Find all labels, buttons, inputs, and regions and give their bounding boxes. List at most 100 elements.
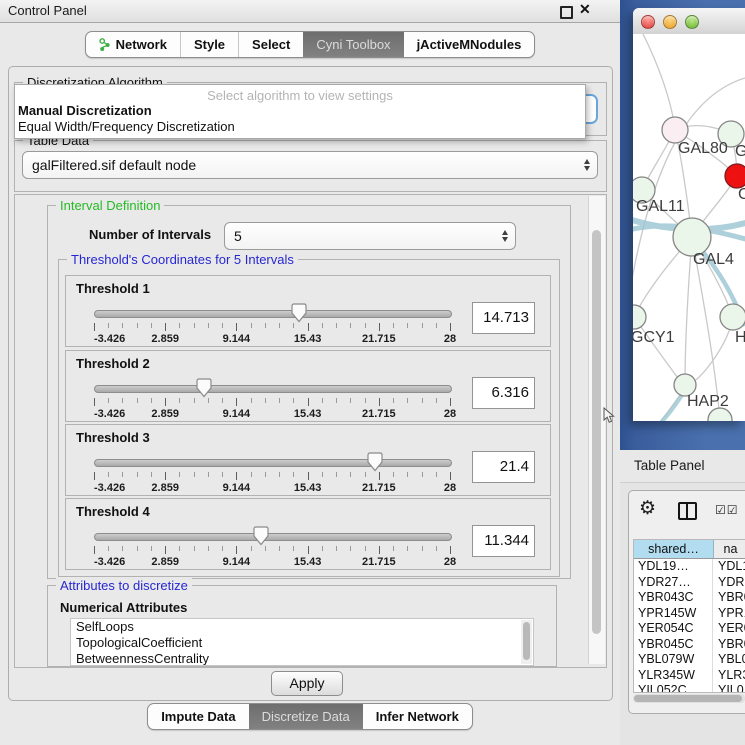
tick-mark bbox=[407, 546, 408, 551]
table-data-combo[interactable]: galFiltered.sif default node bbox=[22, 151, 598, 179]
node-label-gal4: GAL4 bbox=[693, 251, 734, 268]
list-scrollbar[interactable] bbox=[521, 620, 532, 664]
gear-icon[interactable]: ⚙ bbox=[639, 497, 656, 520]
threshold-slider[interactable]: -3.4262.8599.14415.4321.71528 bbox=[94, 453, 450, 493]
tick-mark bbox=[179, 398, 180, 403]
shared-name-cell: YDR27… bbox=[634, 575, 713, 591]
node-gcy1[interactable] bbox=[633, 305, 646, 329]
horizontal-scrollbar[interactable] bbox=[633, 694, 745, 703]
close-icon[interactable]: ✕ bbox=[579, 1, 591, 18]
column-header-name[interactable]: na bbox=[714, 540, 745, 558]
threshold-slider[interactable]: -3.4262.8599.14415.4321.71528 bbox=[94, 304, 450, 344]
tick-mark bbox=[279, 323, 280, 328]
threshold-panel: Threshold 4 -3.4262.8599.14415.4321.7152… bbox=[65, 498, 551, 570]
table-row[interactable]: YBR043CYBR0 bbox=[634, 590, 745, 606]
split-columns-icon[interactable] bbox=[678, 502, 697, 520]
tick-mark bbox=[94, 472, 95, 480]
slider-track[interactable] bbox=[94, 385, 452, 393]
float-window-icon[interactable] bbox=[560, 6, 573, 19]
tick-mark bbox=[365, 398, 366, 403]
network-window[interactable]: GAL80 GA C GAL11 GAL4 GCY1 HA HAP2 bbox=[633, 8, 745, 421]
select-columns-icon[interactable]: ☑☑ bbox=[715, 503, 739, 517]
slider-track[interactable] bbox=[94, 533, 452, 541]
attributes-list-items: SelfLoopsTopologicalCoefficientBetweenne… bbox=[71, 619, 533, 666]
slider-track[interactable] bbox=[94, 459, 452, 467]
slider-thumb[interactable] bbox=[291, 303, 307, 323]
tick-mark bbox=[151, 546, 152, 551]
threshold-value-field[interactable]: 11.344 bbox=[472, 525, 535, 557]
threshold-slider[interactable]: -3.4262.8599.14415.4321.71528 bbox=[94, 379, 450, 419]
panel-title: Control Panel bbox=[8, 3, 87, 18]
tick-mark bbox=[251, 472, 252, 477]
slider-thumb[interactable] bbox=[367, 452, 383, 472]
table-row[interactable]: YLR345WYLR3 bbox=[634, 668, 745, 684]
tick-mark bbox=[122, 398, 123, 403]
threshold-slider[interactable]: -3.4262.8599.14415.4321.71528 bbox=[94, 527, 450, 567]
vertical-scrollbar[interactable] bbox=[588, 196, 605, 664]
bottom-tab-discretize-data[interactable]: Discretize Data bbox=[249, 704, 363, 729]
slider-thumb[interactable] bbox=[196, 378, 212, 398]
tick-mark bbox=[108, 323, 109, 328]
tick-mark bbox=[251, 546, 252, 551]
tick-mark bbox=[308, 472, 309, 480]
dropdown-option-manual[interactable]: Manual Discretization bbox=[15, 103, 585, 119]
minimize-traffic-light-icon[interactable] bbox=[663, 15, 677, 29]
slider-track[interactable] bbox=[94, 310, 452, 318]
attribute-item[interactable]: SelfLoops bbox=[71, 619, 533, 635]
slider-tick-labels: -3.4262.8599.14415.4321.71528 bbox=[94, 408, 450, 420]
tick-mark bbox=[293, 546, 294, 551]
table-row[interactable]: YER054CYER0 bbox=[634, 621, 745, 637]
tick-mark bbox=[293, 398, 294, 403]
table-row[interactable]: YDR27…YDR2 bbox=[634, 575, 745, 591]
tab-cyni-toolbox[interactable]: Cyni Toolbox bbox=[303, 32, 403, 57]
interval-definition-title: Interval Definition bbox=[56, 198, 164, 213]
tick-mark bbox=[194, 323, 195, 328]
tick-mark bbox=[222, 546, 223, 551]
bottom-tab-impute-data[interactable]: Impute Data bbox=[148, 704, 248, 729]
tick-mark bbox=[322, 398, 323, 403]
tick-mark bbox=[350, 472, 351, 477]
shared-name-cell: YBR045C bbox=[634, 637, 713, 653]
tab-select[interactable]: Select bbox=[238, 32, 303, 57]
threshold-value-field[interactable]: 14.713 bbox=[472, 302, 535, 334]
tick-mark bbox=[265, 398, 266, 403]
network-canvas[interactable]: GAL80 GA C GAL11 GAL4 GCY1 HA HAP2 bbox=[633, 34, 745, 421]
tab-network[interactable]: Network bbox=[86, 32, 180, 57]
node-label-gal11: GAL11 bbox=[636, 198, 685, 215]
slider-tick-labels: -3.4262.8599.14415.4321.71528 bbox=[94, 333, 450, 345]
table-row[interactable]: YPR145WYPR1 bbox=[634, 606, 745, 622]
name-cell: YBL0 bbox=[713, 652, 745, 668]
tick-mark bbox=[94, 323, 95, 331]
tab-style[interactable]: Style bbox=[180, 32, 238, 57]
threshold-value-field[interactable]: 6.316 bbox=[472, 377, 535, 409]
tab-jactivemnodules[interactable]: jActiveMNodules bbox=[404, 32, 535, 57]
bottom-tab-infer-network[interactable]: Infer Network bbox=[363, 704, 472, 729]
node-right[interactable] bbox=[720, 304, 745, 330]
attribute-item[interactable]: TopologicalCoefficient bbox=[71, 635, 533, 651]
attribute-item[interactable]: BetweennessCentrality bbox=[71, 651, 533, 666]
table-row[interactable]: YBL079WYBL0 bbox=[634, 652, 745, 668]
zoom-traffic-light-icon[interactable] bbox=[685, 15, 699, 29]
num-intervals-combo[interactable]: 5 bbox=[224, 222, 516, 250]
scrollbar-thumb[interactable] bbox=[592, 230, 601, 634]
slider-thumb[interactable] bbox=[253, 526, 269, 546]
threshold-value-field[interactable]: 21.4 bbox=[472, 451, 535, 483]
node-table[interactable]: shared… na YDL19…YDL1YDR27…YDR2YBR043CYB… bbox=[633, 539, 745, 693]
column-header-shared-name[interactable]: shared… bbox=[634, 540, 714, 558]
node-label-gal80: GAL80 bbox=[678, 140, 728, 157]
table-row[interactable]: YIL052CYIL0 bbox=[634, 683, 745, 693]
node-red-selected[interactable] bbox=[725, 164, 745, 188]
tick-mark bbox=[165, 546, 166, 554]
table-row[interactable]: YBR045CYBR0 bbox=[634, 637, 745, 653]
tab-label: Discretize Data bbox=[262, 709, 350, 724]
dropdown-option-equal-width[interactable]: Equal Width/Frequency Discretization bbox=[15, 119, 585, 135]
thresholds-group: Threshold's Coordinates for 5 Intervals … bbox=[58, 259, 560, 577]
table-panel-title: Table Panel bbox=[634, 458, 705, 473]
hscroll-thumb[interactable] bbox=[634, 695, 742, 702]
tick-mark bbox=[151, 323, 152, 328]
attributes-list[interactable]: SelfLoopsTopologicalCoefficientBetweenne… bbox=[70, 618, 534, 666]
table-row[interactable]: YDL19…YDL1 bbox=[634, 559, 745, 575]
close-traffic-light-icon[interactable] bbox=[641, 15, 655, 29]
tab-bar: NetworkStyleSelectCyni ToolboxjActiveMNo… bbox=[85, 31, 536, 58]
apply-button[interactable]: Apply bbox=[271, 671, 343, 696]
